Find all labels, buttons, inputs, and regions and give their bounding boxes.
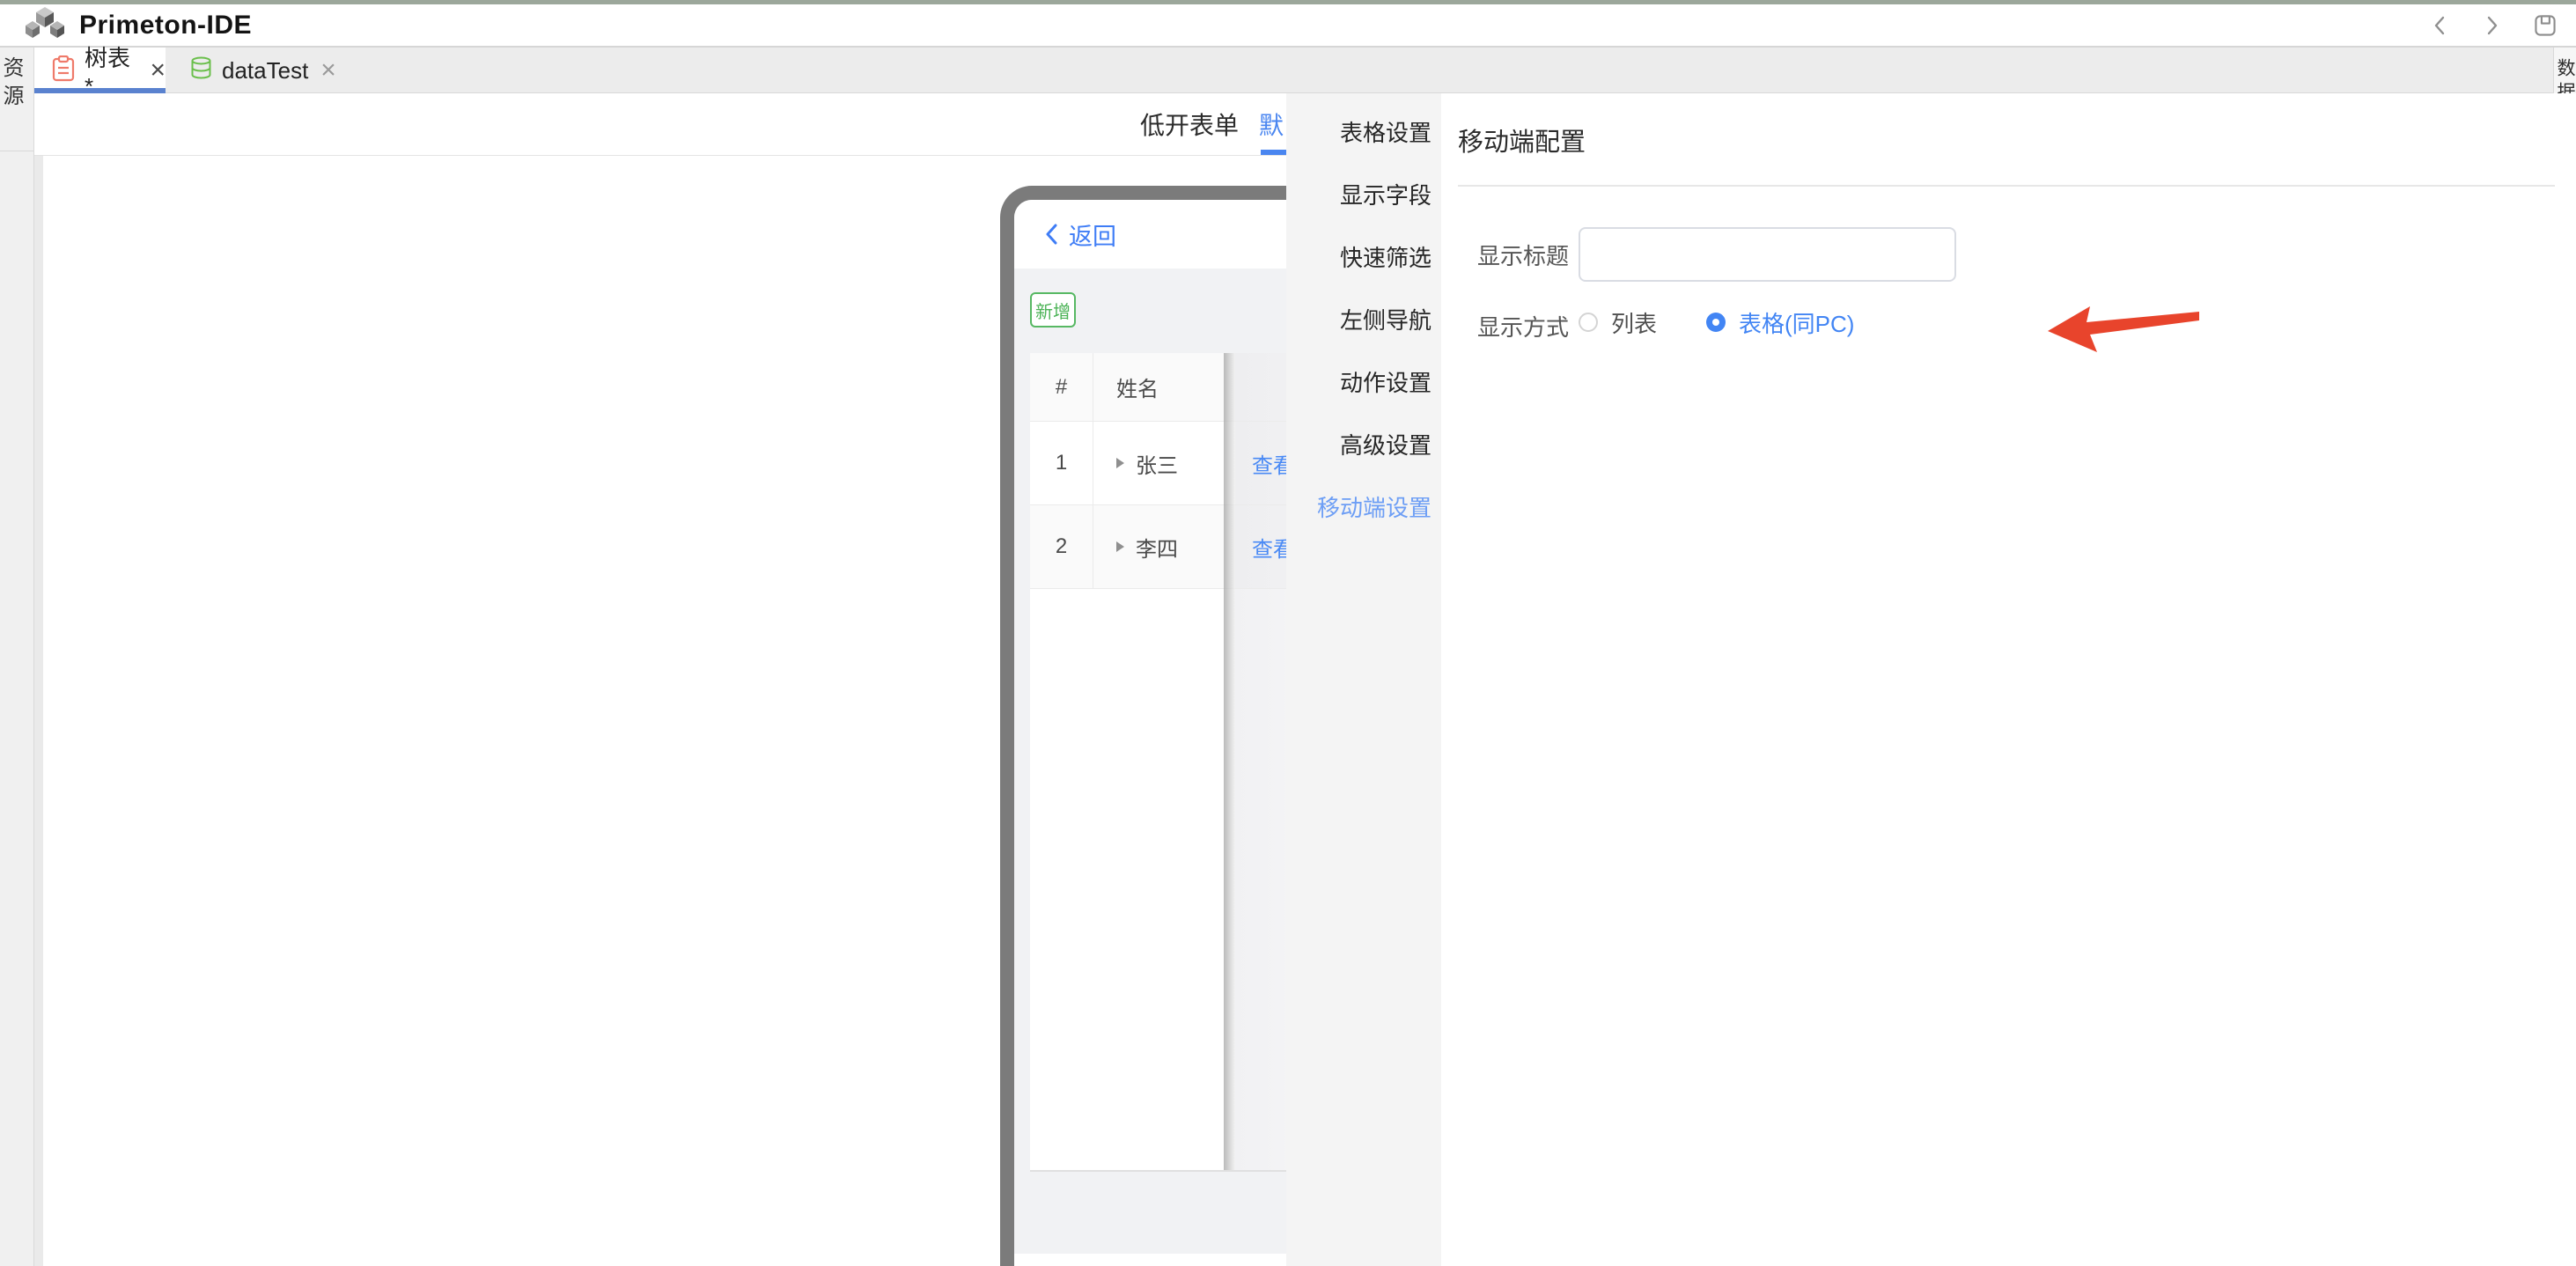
drawer-menu-item[interactable]: 快速筛选 <box>1286 225 1441 288</box>
form-view-tab-row: 低开表单 默 <box>34 93 1286 156</box>
subtab-default-view[interactable]: 默 <box>1259 93 1284 155</box>
mobile-config-panel: 移动端配置 显示标题 显示方式 列表 表格(同PC) <box>1441 93 2576 1266</box>
subtab-lowcode-form[interactable]: 低开表单 <box>1140 93 1239 155</box>
drawer-menu-item[interactable]: 动作设置 <box>1286 350 1441 413</box>
resource-rail-label[interactable]: 资源 <box>5 56 28 113</box>
column-gap <box>1224 505 1235 589</box>
annotation-arrow-icon <box>2039 299 2206 365</box>
history-back-icon[interactable] <box>2428 12 2451 39</box>
row-name-cell: 张三 <box>1093 422 1224 505</box>
tab-data-test[interactable]: dataTest × <box>166 48 322 93</box>
left-resource-rail: 资源 <box>0 48 34 1266</box>
close-tab-icon[interactable]: × <box>150 57 166 84</box>
drawer-menu-item[interactable]: 高级设置 <box>1286 413 1441 475</box>
tab-tree-table[interactable]: 树表* × <box>34 48 166 93</box>
canvas-left-edge <box>34 156 43 1266</box>
database-icon <box>190 56 212 85</box>
drawer-menu-item[interactable]: 左侧导航 <box>1286 288 1441 350</box>
column-gap <box>1224 422 1235 505</box>
primeton-logo-icon <box>25 6 65 44</box>
expand-caret-icon[interactable] <box>1116 541 1124 552</box>
editor-tab-bar: 树表* × dataTest × <box>34 48 2553 93</box>
display-mode-label: 显示方式 <box>1477 310 1569 342</box>
display-title-label: 显示标题 <box>1477 239 1569 271</box>
add-row-button[interactable]: 新增 <box>1030 292 1076 328</box>
row-name-cell: 李四 <box>1093 505 1224 589</box>
tab-label: 树表* <box>85 40 137 100</box>
radio-table-label[interactable]: 表格(同PC) <box>1739 306 1854 339</box>
back-label: 返回 <box>1069 217 1116 252</box>
radio-list-unselected[interactable] <box>1579 313 1598 332</box>
drawer-menu-item[interactable]: 表格设置 <box>1286 100 1441 163</box>
row-index-cell: 2 <box>1030 505 1093 589</box>
row-name: 李四 <box>1136 532 1178 563</box>
active-subtab-underline <box>1261 150 1286 155</box>
form-icon <box>52 55 75 86</box>
settings-drawer: 表格设置显示字段快速筛选左侧导航动作设置高级设置移动端设置 移动端配置 显示标题… <box>1286 93 2576 1266</box>
display-title-input[interactable] <box>1579 227 1956 282</box>
row-index-cell: 1 <box>1030 422 1093 505</box>
back-button[interactable]: 返回 <box>1044 217 1116 252</box>
panel-title: 移动端配置 <box>1458 121 1586 158</box>
drawer-menu-item[interactable]: 移动端设置 <box>1286 475 1441 538</box>
radio-list-label[interactable]: 列表 <box>1611 306 1657 339</box>
panel-divider <box>1458 185 2555 187</box>
chevron-left-icon <box>1044 223 1058 246</box>
column-gap <box>1224 353 1235 422</box>
display-mode-radio-group: 列表 表格(同PC) <box>1579 303 1854 342</box>
tab-label: dataTest <box>222 57 308 85</box>
row-name: 张三 <box>1136 448 1178 479</box>
history-forward-icon[interactable] <box>2481 12 2504 39</box>
save-icon[interactable] <box>2534 12 2557 39</box>
drawer-menu-item[interactable]: 显示字段 <box>1286 163 1441 225</box>
expand-caret-icon[interactable] <box>1116 458 1124 468</box>
radio-table-selected[interactable] <box>1706 313 1726 332</box>
column-header-name: 姓名 <box>1093 353 1224 422</box>
settings-menu: 表格设置显示字段快速筛选左侧导航动作设置高级设置移动端设置 <box>1286 93 1441 1266</box>
primeton-ide-window: Primeton-IDE 资源 <box>0 0 2576 1266</box>
column-header-index: # <box>1030 353 1093 422</box>
title-bar: Primeton-IDE <box>0 4 2576 48</box>
app-title: Primeton-IDE <box>79 11 252 40</box>
close-tab-icon[interactable]: × <box>320 57 336 84</box>
